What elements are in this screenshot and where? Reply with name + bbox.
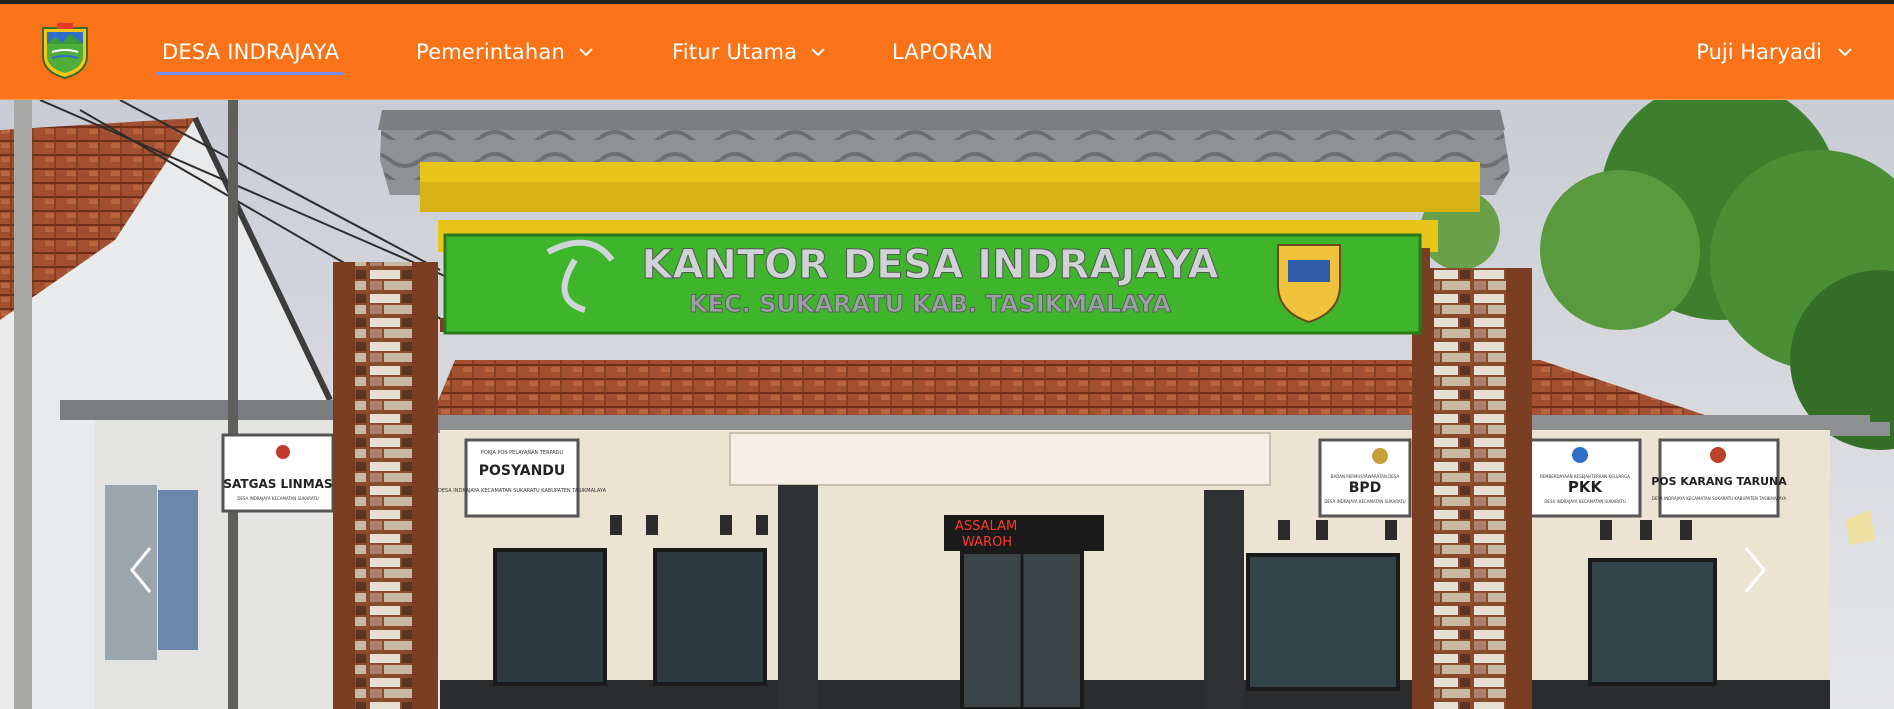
led-sign-line2: WAROH (962, 535, 1012, 550)
poster-bpd: BADAN PERMUSYAWARATAN DESA BPD DESA INDR… (1318, 438, 1412, 518)
poster-header: BADAN PERMUSYAWARATAN DESA (1331, 474, 1400, 479)
led-sign-line1: ASSALAM (955, 519, 1017, 534)
poster-subtitle: DESA INDRAJAYA KECAMATAN SUKARATU KABUPA… (1652, 496, 1787, 501)
poster-satgas-linmas: SATGAS LINMAS DESA INDRAJAYA KECAMATAN S… (221, 433, 335, 513)
carousel-prev-button[interactable] (122, 540, 162, 600)
sign-line1: KANTOR DESA INDRAJAYA (641, 242, 1218, 288)
hero-carousel: ASSALAM WAROH SATGAS LINMAS DESA INDRAJA… (0, 100, 1894, 709)
poster-header: POKJA POS PELAYANAN TERPADU (481, 450, 564, 456)
user-menu[interactable]: Puji Haryadi (1696, 4, 1854, 100)
poster-pkk: PEMBERDAYAAN KESEJAHTERAAN KELUARGA PKK … (1528, 438, 1642, 518)
poster-subtitle: DESA INDRAJAYA KECAMATAN SUKARATU (237, 496, 318, 501)
poster-title: BPD (1349, 480, 1382, 496)
chevron-right-icon (1744, 547, 1766, 593)
nav-item-label: Fitur Utama (672, 40, 798, 64)
chevron-down-icon (1838, 48, 1852, 57)
nav-brand-label: DESA INDRAJAYA (162, 40, 340, 64)
chevron-down-icon (579, 48, 593, 57)
main-navbar: DESA INDRAJAYA Pemerintahan Fitur Utama … (0, 4, 1894, 100)
chevron-down-icon (811, 48, 825, 57)
poster-subtitle: DESA INDRAJAYA KECAMATAN SUKARATU KABUPA… (438, 488, 607, 494)
user-name: Puji Haryadi (1696, 40, 1822, 64)
poster-title: POS KARANG TARUNA (1651, 475, 1787, 488)
hero-image: ASSALAM WAROH SATGAS LINMAS DESA INDRAJA… (0, 100, 1894, 709)
poster-title: PKK (1568, 478, 1604, 496)
carousel-next-button[interactable] (1734, 540, 1774, 600)
poster-title: POSYANDU (479, 463, 566, 479)
nav-item-fitur-utama[interactable]: Fitur Utama (672, 4, 827, 100)
nav-brand-link[interactable]: DESA INDRAJAYA (162, 4, 339, 100)
nav-item-pemerintahan[interactable]: Pemerintahan (416, 4, 595, 100)
poster-title: SATGAS LINMAS (223, 477, 332, 491)
village-logo[interactable] (40, 22, 90, 80)
nav-item-laporan[interactable]: LAPORAN (892, 4, 993, 100)
nav-item-label: Pemerintahan (416, 40, 565, 64)
poster-subtitle: DESA INDRAJAYA KECAMATAN SUKARATU (1324, 499, 1405, 504)
poster-pos-karang-taruna: POS KARANG TARUNA DESA INDRAJAYA KECAMAT… (1651, 438, 1787, 518)
chevron-left-icon (130, 547, 152, 593)
nav-item-label: LAPORAN (892, 40, 993, 64)
active-nav-underline (156, 72, 344, 75)
poster-subtitle: DESA INDRAJAYA KECAMATAN SUKARATU (1544, 499, 1625, 504)
sign-line2: KEC. SUKARATU KAB. TASIKMALAYA (689, 290, 1171, 318)
